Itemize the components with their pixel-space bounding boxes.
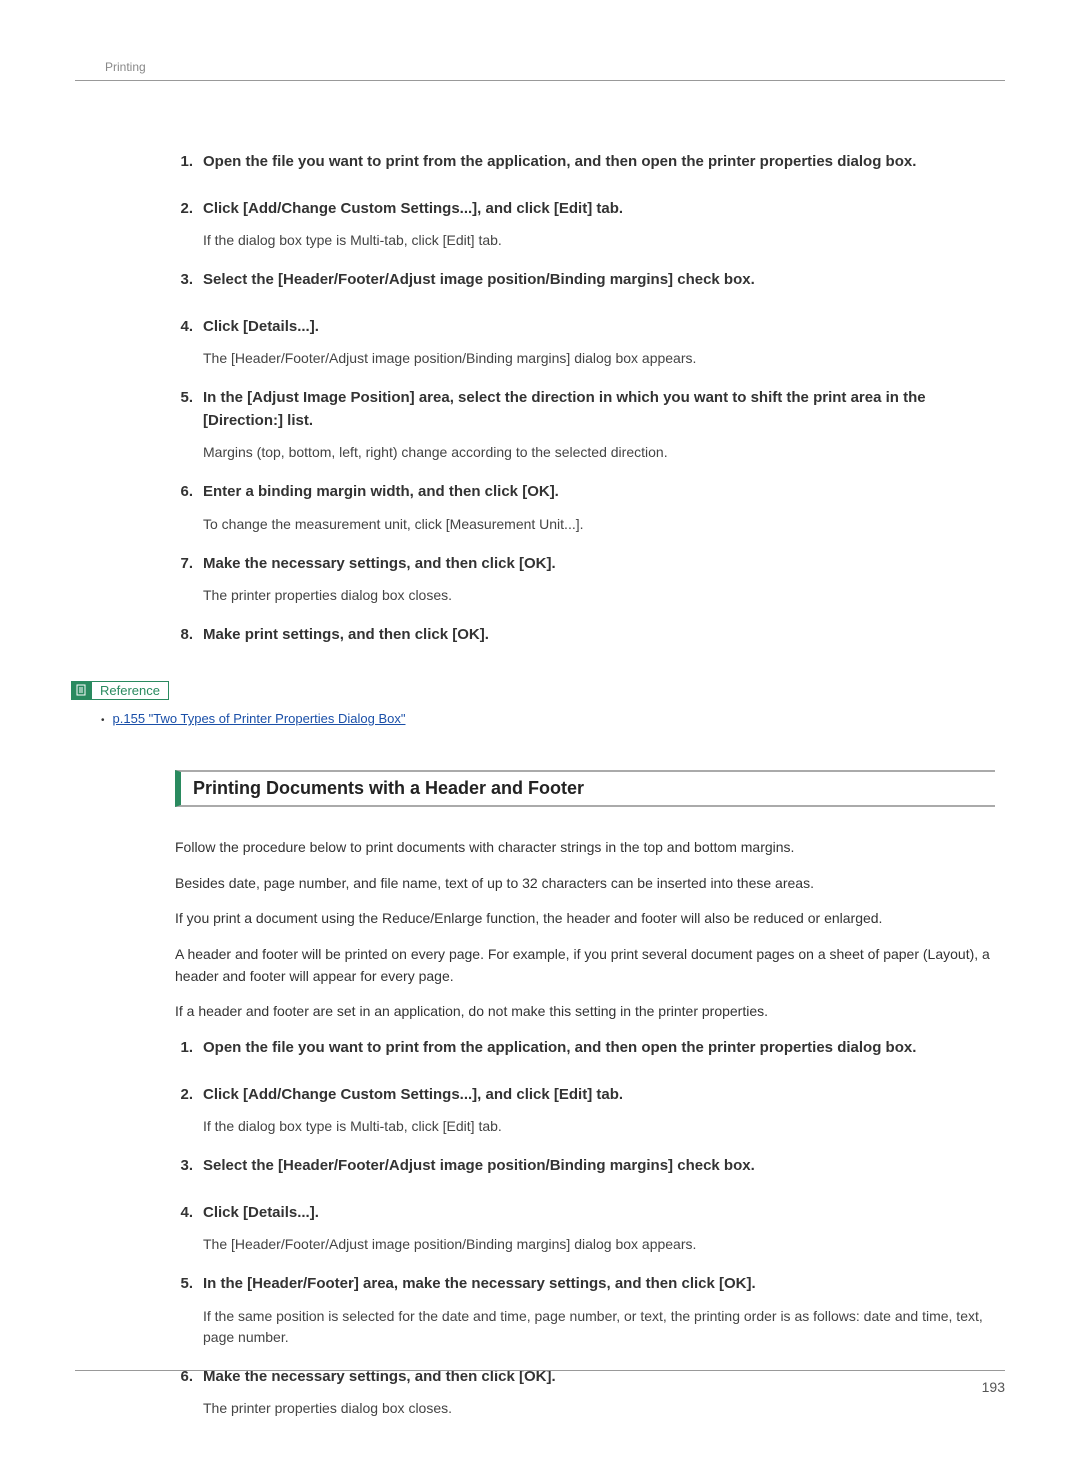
- list-item: 5. In the [Adjust Image Position] area, …: [175, 387, 995, 467]
- item-desc: If the dialog box type is Multi-tab, cli…: [203, 1116, 995, 1137]
- list-item: 3. Select the [Header/Footer/Adjust imag…: [175, 1155, 995, 1188]
- item-desc: The printer properties dialog box closes…: [203, 1398, 995, 1419]
- list-item: 6. Enter a binding margin width, and the…: [175, 481, 995, 539]
- item-title: Click [Details...].: [203, 316, 995, 339]
- item-title: Click [Details...].: [203, 1202, 995, 1225]
- item-title: In the [Adjust Image Position] area, sel…: [203, 387, 995, 432]
- item-number: 7.: [175, 555, 203, 572]
- reference-label: Reference: [91, 681, 169, 700]
- item-number: 1.: [175, 1039, 203, 1056]
- list-item: 8. Make print settings, and then click […: [175, 624, 995, 657]
- paragraph: If you print a document using the Reduce…: [175, 908, 995, 930]
- list-item: 4. Click [Details...]. The [Header/Foote…: [175, 316, 995, 374]
- item-title: Make the necessary settings, and then cl…: [203, 553, 995, 576]
- item-number: 8.: [175, 626, 203, 643]
- section-heading: Printing Documents with a Header and Foo…: [175, 770, 995, 807]
- paragraph: Follow the procedure below to print docu…: [175, 837, 995, 859]
- list-item: 1. Open the file you want to print from …: [175, 1037, 995, 1070]
- page-footer: 193: [75, 1370, 1005, 1397]
- item-title: Click [Add/Change Custom Settings...], a…: [203, 198, 995, 221]
- item-number: 4.: [175, 1204, 203, 1221]
- item-desc: To change the measurement unit, click [M…: [203, 514, 995, 535]
- reference-badge: Reference: [71, 681, 169, 700]
- page-header: Printing: [75, 60, 1005, 81]
- bullet-icon: •: [101, 715, 105, 726]
- paragraph: Besides date, page number, and file name…: [175, 873, 995, 895]
- item-number: 4.: [175, 318, 203, 335]
- item-number: 2.: [175, 200, 203, 217]
- item-number: 5.: [175, 1275, 203, 1292]
- header-section-label: Printing: [75, 60, 1005, 74]
- item-title: Enter a binding margin width, and then c…: [203, 481, 995, 504]
- list-item: 1. Open the file you want to print from …: [175, 151, 995, 184]
- item-title: Open the file you want to print from the…: [203, 151, 995, 174]
- item-number: 6.: [175, 483, 203, 500]
- item-number: 3.: [175, 1157, 203, 1174]
- item-title: Click [Add/Change Custom Settings...], a…: [203, 1084, 995, 1107]
- item-title: In the [Header/Footer] area, make the ne…: [203, 1273, 995, 1296]
- list-item: 3. Select the [Header/Footer/Adjust imag…: [175, 269, 995, 302]
- item-number: 5.: [175, 389, 203, 406]
- page-number: 193: [982, 1379, 1005, 1395]
- item-desc: If the same position is selected for the…: [203, 1306, 995, 1348]
- reference-link-row: • p.155 "Two Types of Printer Properties…: [75, 711, 1005, 726]
- list-item: 5. In the [Header/Footer] area, make the…: [175, 1273, 995, 1352]
- item-number: 3.: [175, 271, 203, 288]
- item-desc: The [Header/Footer/Adjust image position…: [203, 348, 995, 369]
- reference-link[interactable]: p.155 "Two Types of Printer Properties D…: [113, 711, 406, 726]
- item-desc: Margins (top, bottom, left, right) chang…: [203, 442, 995, 463]
- item-title: Open the file you want to print from the…: [203, 1037, 995, 1060]
- list-item: 7. Make the necessary settings, and then…: [175, 553, 995, 611]
- item-desc: The [Header/Footer/Adjust image position…: [203, 1234, 995, 1255]
- item-title: Select the [Header/Footer/Adjust image p…: [203, 269, 995, 292]
- paragraph: A header and footer will be printed on e…: [175, 944, 995, 987]
- item-number: 2.: [175, 1086, 203, 1103]
- item-desc: If the dialog box type is Multi-tab, cli…: [203, 230, 995, 251]
- reference-icon: [71, 681, 91, 700]
- list-item: 2. Click [Add/Change Custom Settings...]…: [175, 198, 995, 256]
- paragraph: If a header and footer are set in an app…: [175, 1001, 995, 1023]
- list-item: 4. Click [Details...]. The [Header/Foote…: [175, 1202, 995, 1260]
- item-number: 1.: [175, 153, 203, 170]
- item-desc: The printer properties dialog box closes…: [203, 585, 995, 606]
- item-title: Select the [Header/Footer/Adjust image p…: [203, 1155, 995, 1178]
- item-title: Make print settings, and then click [OK]…: [203, 624, 995, 647]
- list-item: 2. Click [Add/Change Custom Settings...]…: [175, 1084, 995, 1142]
